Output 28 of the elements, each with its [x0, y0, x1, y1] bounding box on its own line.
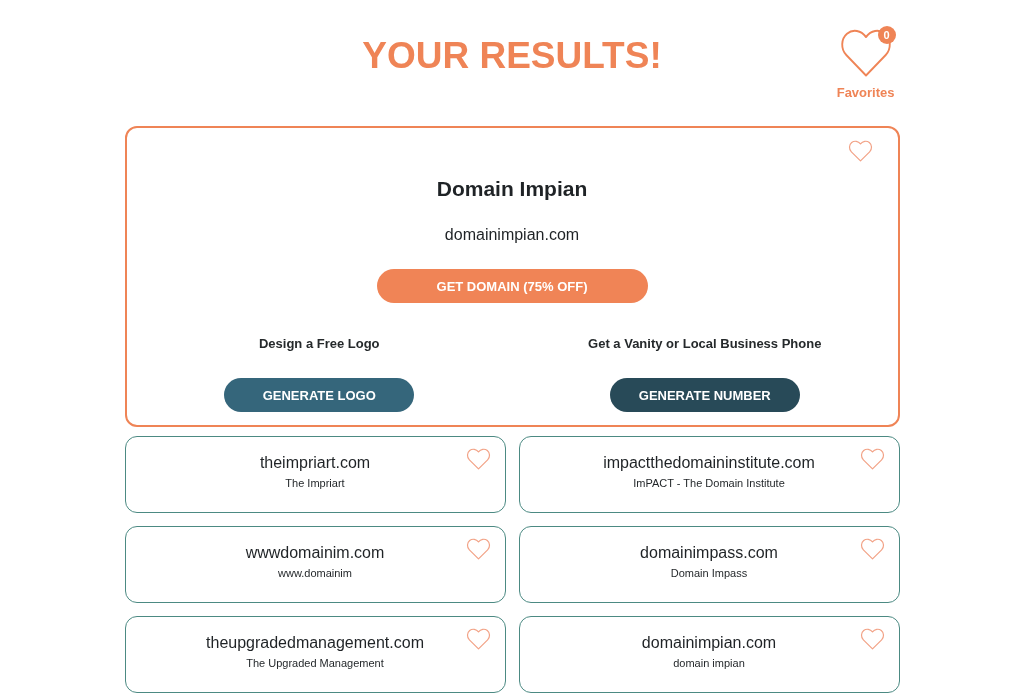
result-domain: theupgradedmanagement.com	[206, 633, 424, 653]
result-name: ImPACT - The Domain Institute	[633, 476, 785, 491]
domain-title: Domain Impian	[436, 176, 588, 202]
result-name: The Upgraded Management	[246, 656, 384, 671]
domain-name: domainimpian.com	[444, 225, 580, 245]
favorite-heart-button[interactable]	[859, 448, 885, 470]
page-title: YOUR RESULTS!	[362, 37, 662, 74]
favorite-heart-button[interactable]	[847, 140, 873, 162]
result-name: www.domainim	[278, 566, 352, 581]
result-domain: theimpriart.com	[259, 453, 371, 473]
favorite-heart-button[interactable]	[859, 628, 885, 650]
favorite-heart-button[interactable]	[465, 538, 491, 560]
result-domain: domainimpian.com	[641, 633, 777, 653]
generate-number-button[interactable]: GENERATE NUMBER	[609, 378, 800, 412]
heart-icon	[838, 28, 893, 78]
result-domain: impactthedomaininstitute.com	[603, 453, 815, 473]
result-name: Domain Impass	[670, 566, 748, 581]
result-name: domain impian	[673, 656, 745, 671]
result-domain: domainimpass.com	[640, 543, 778, 563]
result-domain: wwwdomainim.com	[245, 543, 385, 563]
favorite-heart-button[interactable]	[465, 628, 491, 650]
favorite-heart-button[interactable]	[465, 448, 491, 470]
favorites-count-badge: 0	[877, 26, 896, 44]
result-name: The Impriart	[285, 476, 345, 491]
offer-label: Design a Free Logo	[258, 335, 380, 353]
generate-logo-button[interactable]: GENERATE LOGO	[224, 378, 415, 412]
offer-label: Get a Vanity or Local Business Phone	[588, 335, 822, 353]
favorite-heart-button[interactable]	[859, 538, 885, 560]
